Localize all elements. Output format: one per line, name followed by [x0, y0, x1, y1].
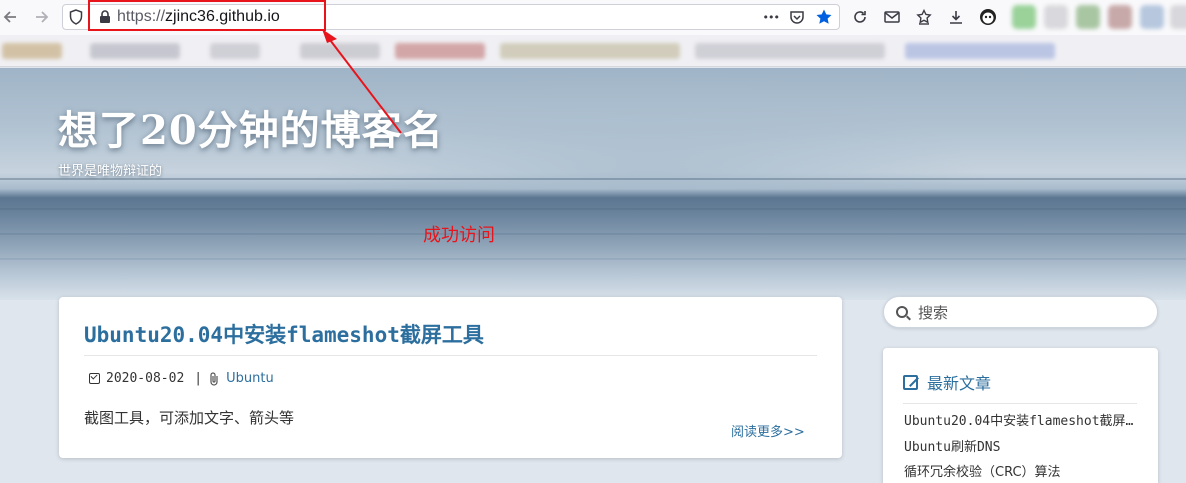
recent-post-link[interactable]: Ubuntu刷新DNS — [904, 436, 1140, 455]
reload-icon[interactable] — [848, 6, 871, 28]
url-highlight-box — [88, 0, 326, 31]
bookmark-item[interactable] — [695, 43, 885, 59]
mail-icon[interactable] — [880, 6, 903, 28]
page-actions-icon[interactable]: ••• — [763, 11, 780, 24]
paperclip-icon — [208, 371, 220, 386]
extension-icon[interactable] — [1108, 5, 1132, 29]
extension-icon[interactable] — [1170, 5, 1186, 29]
bookmark-item[interactable] — [500, 43, 680, 59]
bookmark-item[interactable] — [210, 43, 260, 59]
star-share-icon[interactable] — [912, 6, 935, 28]
post-card: Ubuntu20.04中安装flameshot截屏工具 2020-08-02 |… — [59, 297, 842, 458]
download-icon[interactable] — [944, 6, 967, 28]
panda-avatar-icon[interactable] — [976, 6, 999, 28]
recent-post-link[interactable]: Ubuntu20.04中安装flameshot截屏工具 — [904, 410, 1140, 429]
hero-banner: 想了20分钟的博客名 世界是唯物辩证的 成功访问 — [0, 68, 1186, 300]
widget-title: 最新文章 — [927, 374, 992, 393]
url-actions: ••• — [763, 8, 833, 26]
site-subtitle: 世界是唯物辩证的 — [58, 164, 163, 179]
hero-water-texture — [0, 208, 1186, 210]
read-more-link[interactable]: 阅读更多>> — [731, 421, 805, 440]
pocket-icon[interactable] — [789, 9, 805, 25]
hero-water-texture — [0, 258, 1186, 260]
bookmarks-bar — [0, 35, 1186, 67]
widget-header: 最新文章 — [903, 370, 991, 394]
bookmark-item[interactable] — [300, 43, 380, 59]
search-icon — [896, 306, 908, 318]
hero-horizon — [0, 178, 1186, 180]
bookmark-item[interactable] — [2, 43, 62, 59]
divider — [903, 403, 1137, 404]
browser-toolbar: https://zjinc36.github.io ••• — [0, 0, 1186, 35]
toolbar-icons — [848, 6, 999, 28]
post-date: 2020-08-02 — [106, 371, 185, 386]
site-title[interactable]: 想了20分钟的博客名 — [58, 98, 444, 156]
post-tag-link[interactable]: Ubuntu — [226, 371, 274, 386]
post-title[interactable]: Ubuntu20.04中安装flameshot截屏工具 — [84, 319, 484, 349]
recent-posts-widget: 最新文章 Ubuntu20.04中安装flameshot截屏工具 Ubuntu刷… — [883, 348, 1158, 483]
meta-separator: | — [194, 371, 203, 386]
forward-arrow-icon[interactable] — [30, 6, 52, 28]
divider — [84, 355, 817, 356]
post-meta: 2020-08-02 | Ubuntu — [89, 371, 274, 386]
search-input[interactable]: 搜索 — [883, 296, 1158, 328]
bookmark-item[interactable] — [905, 43, 1055, 59]
hero-water-texture — [0, 233, 1186, 235]
extension-icon[interactable] — [1076, 5, 1100, 29]
annotation-label: 成功访问 — [423, 225, 495, 246]
extension-icon[interactable] — [1044, 5, 1068, 29]
bookmark-star-icon[interactable] — [815, 8, 833, 26]
shield-icon[interactable] — [69, 9, 83, 25]
extension-icon[interactable] — [1012, 5, 1036, 29]
bookmark-item[interactable] — [395, 43, 485, 59]
back-arrow-icon[interactable] — [0, 6, 22, 28]
recent-post-link[interactable]: 循环冗余校验（CRC）算法 — [904, 461, 1140, 480]
calendar-icon — [89, 373, 100, 384]
post-excerpt: 截图工具，可添加文字、箭头等 — [84, 409, 295, 427]
bookmark-item[interactable] — [90, 43, 180, 59]
extension-icon[interactable] — [1140, 5, 1164, 29]
edit-icon — [903, 374, 918, 390]
search-placeholder: 搜索 — [918, 303, 949, 322]
